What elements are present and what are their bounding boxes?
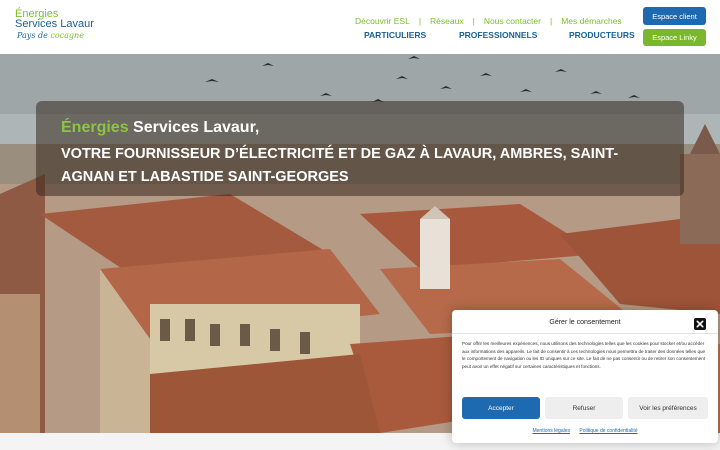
espace-client-button[interactable]: Espace client [643,7,706,25]
consent-divider [452,333,718,334]
logo-line-2: Services Lavaur [15,18,94,30]
nav-particuliers[interactable]: PARTICULIERS [364,30,426,40]
nav-separator: | [418,16,422,26]
nav-separator: | [472,16,475,26]
page: Énergies Services Lavaur Pays de cocagne… [0,0,720,450]
cookie-consent-dialog: Gérer le consentement Pour offrir les me… [452,310,718,443]
nav-nous-contacter[interactable]: Nous contacter [484,16,541,26]
logo-tagline-part1: Pays de [17,31,48,40]
legal-notice-link[interactable]: Mentions légales [532,428,570,434]
site-logo[interactable]: Énergies Services Lavaur Pays de cocagne [15,8,95,48]
nav-mes-demarches[interactable]: Mes démarches [561,16,621,26]
espace-linky-button[interactable]: Espace Linky [643,29,706,46]
close-icon[interactable] [693,317,707,331]
nav-reseaux[interactable]: Réseaux [430,16,464,26]
hero-title-accent: Énergies [61,119,129,136]
nav-separator: | [549,16,553,26]
accept-button[interactable]: Accepter [462,397,540,419]
hero-title: Énergies Services Lavaur, [61,119,259,137]
hero-title-box: Énergies Services Lavaur, VOTRE FOURNISS… [36,101,684,196]
site-header: Énergies Services Lavaur Pays de cocagne… [0,0,720,54]
refuse-button[interactable]: Refuser [545,397,623,419]
logo-tagline-part2: cocagne [50,31,84,40]
consent-title: Gérer le consentement [549,319,621,326]
nav-professionnels[interactable]: PROFESSIONNELS [459,30,537,40]
nav-producteurs[interactable]: PRODUCTEURS [569,30,635,40]
hero-title-rest: Services Lavaur, [128,119,260,136]
nav-decouvrir-esl[interactable]: Découvrir ESL [355,16,410,26]
privacy-policy-link[interactable]: Politique de confidentialité [579,428,637,434]
preferences-button[interactable]: Voir les préférences [628,397,708,419]
consent-links: Mentions légales Politique de confidenti… [452,428,718,434]
hero-subtitle: VOTRE FOURNISSEUR D’ÉLECTRICITÉ ET DE GA… [61,146,619,185]
top-nav: Découvrir ESL | Réseaux | Nous contacter | Mes… [355,11,622,26]
logo-tagline: Pays de cocagne [17,31,84,40]
consent-body-text: Pour offrir les meilleures expériences, … [462,341,706,369]
